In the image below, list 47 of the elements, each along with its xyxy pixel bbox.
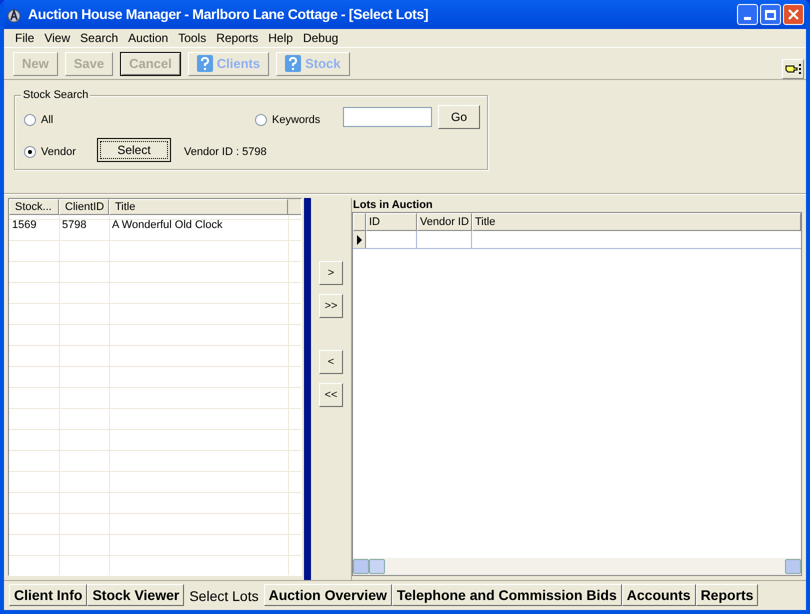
menu-item[interactable]: Reports bbox=[211, 29, 264, 47]
menu-item[interactable]: Search bbox=[75, 29, 124, 47]
maximize-button[interactable] bbox=[760, 4, 781, 25]
keywords-field[interactable] bbox=[343, 107, 432, 127]
lots-table-title: Lots in Auction bbox=[352, 198, 434, 212]
move-button[interactable]: << bbox=[319, 383, 343, 407]
close-icon bbox=[788, 9, 799, 20]
menu-item[interactable]: Debug bbox=[298, 29, 344, 47]
question-mark-icon bbox=[196, 55, 213, 72]
go-button[interactable]: Go bbox=[438, 105, 480, 129]
tab[interactable]: Accounts bbox=[622, 584, 696, 606]
column-header[interactable]: Title bbox=[472, 213, 801, 231]
column-header[interactable]: ClientID bbox=[59, 199, 109, 215]
column-header[interactable]: Stock... bbox=[9, 199, 59, 215]
menu-item[interactable]: Tools bbox=[173, 29, 212, 47]
minimize-button[interactable] bbox=[737, 4, 758, 25]
vendor-id-label: Vendor ID : 5798 bbox=[184, 145, 267, 160]
radio-option[interactable]: All bbox=[24, 112, 54, 128]
column-header[interactable]: ID bbox=[366, 213, 417, 231]
pointer-hand-button[interactable] bbox=[782, 58, 804, 78]
close-button[interactable] bbox=[783, 4, 804, 25]
tab[interactable]: Auction Overview bbox=[264, 584, 392, 606]
table-cell-text: 5798 bbox=[61, 218, 88, 234]
table-cell-text: A Wonderful Old Clock bbox=[111, 218, 224, 234]
column-header[interactable]: Title bbox=[109, 199, 288, 215]
pointing-hand-icon bbox=[785, 63, 801, 74]
tab[interactable]: Reports bbox=[696, 584, 758, 606]
radio-option[interactable]: Keywords bbox=[255, 112, 320, 128]
window-title: Auction House Manager - Marlboro Lane Cottage - [Select Lots] bbox=[28, 5, 428, 24]
move-button[interactable]: > bbox=[319, 261, 343, 285]
menu-item[interactable]: View bbox=[39, 29, 76, 47]
tab[interactable]: Telephone and Commission Bids bbox=[392, 584, 622, 606]
column-header[interactable]: Vendor ID bbox=[417, 213, 472, 231]
horizontal-scrollbar[interactable] bbox=[353, 558, 801, 575]
tab[interactable]: Client Info bbox=[9, 584, 88, 606]
app-icon bbox=[6, 6, 22, 22]
question-mark-icon bbox=[285, 55, 302, 72]
menu-item[interactable]: Help bbox=[263, 29, 298, 47]
radio-option[interactable]: Vendor bbox=[24, 144, 76, 160]
menu-item[interactable]: File bbox=[10, 29, 40, 47]
select-button[interactable]: Select bbox=[97, 138, 171, 162]
menu-item[interactable]: Auction bbox=[123, 29, 174, 47]
current-row-icon bbox=[356, 234, 362, 244]
tab[interactable]: Stock Viewer bbox=[87, 584, 184, 606]
move-button[interactable]: < bbox=[319, 350, 343, 374]
table-cell-text: 1569 bbox=[11, 218, 38, 234]
move-button[interactable]: >> bbox=[319, 294, 343, 318]
